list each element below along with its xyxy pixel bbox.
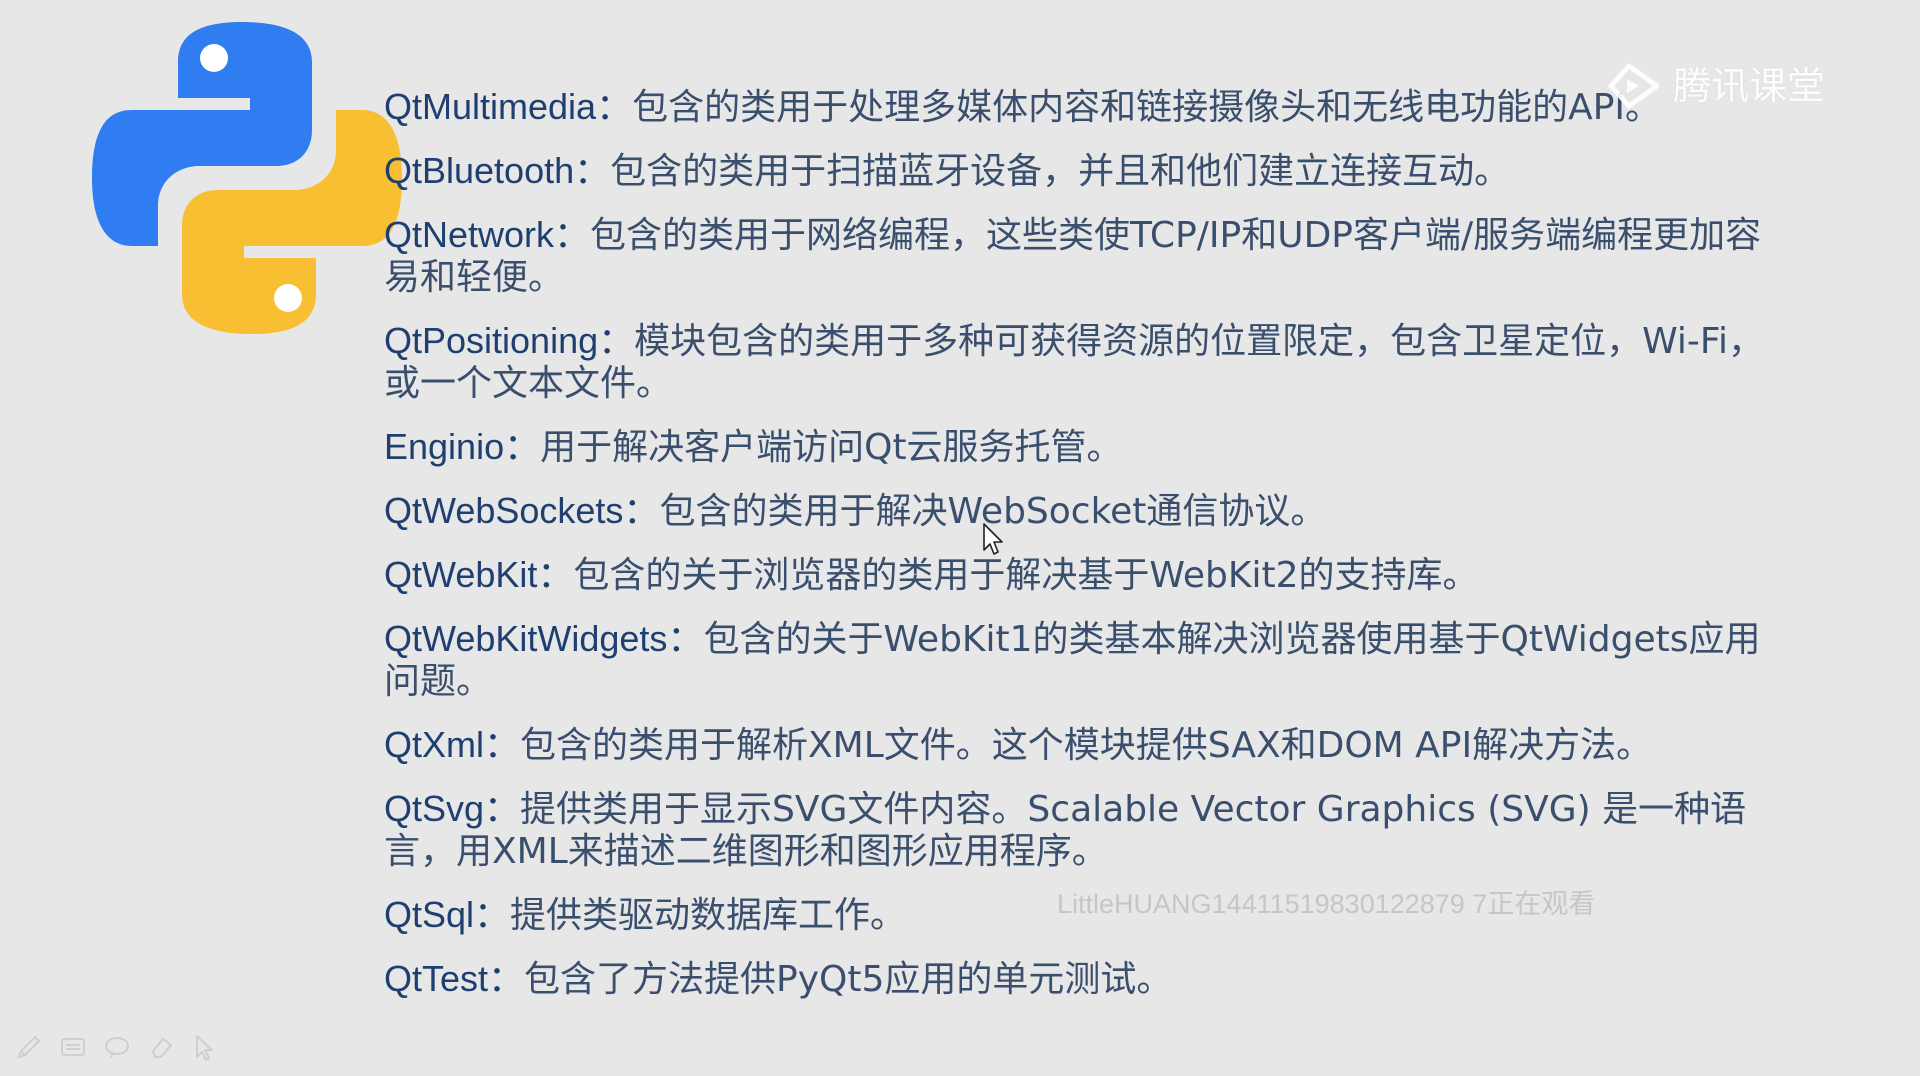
play-logo-icon bbox=[1608, 63, 1660, 109]
module-item-qtmultimedia: QtMultimedia：包含的类用于处理多媒体内容和链接摄像头和无线电功能的A… bbox=[384, 86, 1784, 129]
module-item-qtpositioning: QtPositioning：模块包含的类用于多种可获得资源的位置限定，包含卫星定… bbox=[384, 320, 1784, 405]
module-item-qtxml: QtXml：包含的类用于解析XML文件。这个模块提供SAX和DOM API解决方… bbox=[384, 724, 1784, 767]
module-term: QtBluetooth： bbox=[384, 150, 611, 191]
tencent-classroom-watermark: 腾讯课堂 bbox=[1605, 54, 1845, 118]
module-desc: 包含的类用于解析XML文件。这个模块提供SAX和DOM API解决方法。 bbox=[520, 725, 1653, 766]
module-term: QtSql： bbox=[384, 894, 511, 935]
module-item-qtwebkitwidgets: QtWebKitWidgets：包含的关于WebKit1的类基本解决浏览器使用基… bbox=[384, 618, 1784, 703]
pointer-icon[interactable] bbox=[190, 1032, 220, 1062]
module-term: QtMultimedia： bbox=[384, 86, 633, 127]
module-term: QtNetwork： bbox=[384, 214, 591, 255]
pen-icon[interactable] bbox=[14, 1032, 44, 1062]
module-desc: 包含的类用于处理多媒体内容和链接摄像头和无线电功能的API。 bbox=[632, 87, 1662, 128]
module-item-enginio: Enginio：用于解决客户端访问Qt云服务托管。 bbox=[384, 426, 1784, 469]
viewer-watermark: LittleHUANG14411519830122879 7正在观看 bbox=[1057, 889, 1596, 919]
module-desc: 提供类驱动数据库工作。 bbox=[510, 895, 907, 936]
module-term: QtWebKit： bbox=[384, 554, 574, 595]
module-term: QtWebKitWidgets： bbox=[384, 618, 704, 659]
module-desc: 用于解决客户端访问Qt云服务托管。 bbox=[540, 427, 1123, 468]
module-item-qtsvg: QtSvg：提供类用于显示SVG文件内容。Scalable Vector Gra… bbox=[384, 788, 1784, 873]
module-item-qtnetwork: QtNetwork：包含的类用于网络编程，这些类使TCP/IP和UDP客户端/服… bbox=[384, 214, 1784, 299]
module-desc: 提供类用于显示SVG文件内容。Scalable Vector Graphics … bbox=[384, 789, 1747, 872]
watermark-text: 腾讯课堂 bbox=[1673, 64, 1826, 108]
module-item-qtbluetooth: QtBluetooth：包含的类用于扫描蓝牙设备，并且和他们建立连接互动。 bbox=[384, 150, 1784, 193]
mouse-cursor-icon bbox=[983, 523, 1003, 555]
annotation-toolbar bbox=[14, 1030, 220, 1064]
module-desc: 包含的类用于扫描蓝牙设备，并且和他们建立连接互动。 bbox=[610, 151, 1511, 192]
module-list: QtMultimedia：包含的类用于处理多媒体内容和链接摄像头和无线电功能的A… bbox=[384, 86, 1784, 1022]
slide-canvas: QtMultimedia：包含的类用于处理多媒体内容和链接摄像头和无线电功能的A… bbox=[0, 0, 1920, 1076]
module-desc: 包含的类用于网络编程，这些类使TCP/IP和UDP客户端/服务端编程更加容易和轻… bbox=[384, 215, 1762, 298]
module-desc: 包含的关于浏览器的类用于解决基于WebKit2的支持库。 bbox=[573, 555, 1479, 596]
module-term: QtXml： bbox=[384, 724, 521, 765]
module-term: QtSvg： bbox=[384, 788, 521, 829]
eraser-icon[interactable] bbox=[146, 1032, 176, 1062]
module-item-qttest: QtTest：包含了方法提供PyQt5应用的单元测试。 bbox=[384, 958, 1784, 1001]
module-term: QtTest： bbox=[384, 958, 525, 999]
module-item-qtwebsockets: QtWebSockets：包含的类用于解决WebSocket通信协议。 bbox=[384, 490, 1784, 533]
module-term: QtWebSockets： bbox=[384, 490, 660, 531]
module-term: QtPositioning： bbox=[384, 320, 635, 361]
python-logo-icon bbox=[92, 22, 402, 334]
module-term: Enginio： bbox=[384, 426, 541, 467]
screen-icon[interactable] bbox=[58, 1032, 88, 1062]
lasso-icon[interactable] bbox=[102, 1032, 132, 1062]
module-item-qtwebkit: QtWebKit：包含的关于浏览器的类用于解决基于WebKit2的支持库。 bbox=[384, 554, 1784, 597]
module-desc: 包含了方法提供PyQt5应用的单元测试。 bbox=[524, 959, 1173, 1000]
